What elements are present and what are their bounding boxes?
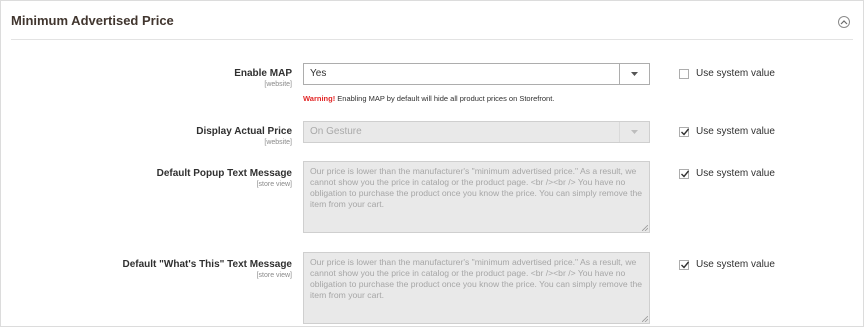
enable-map-use-system-checkbox[interactable] bbox=[679, 68, 689, 79]
use-system-value-label: Use system value bbox=[696, 68, 775, 79]
checkmark-icon bbox=[681, 170, 690, 178]
default-popup-text-textarea[interactable]: Our price is lower than the manufacturer… bbox=[303, 161, 650, 233]
default-whats-this-text-label: Default "What's This" Text Message bbox=[122, 259, 293, 270]
default-popup-text-scope: [store view] bbox=[256, 181, 292, 188]
section-divider bbox=[11, 39, 853, 40]
section-title[interactable]: Minimum Advertised Price bbox=[11, 13, 174, 28]
default-popup-text-label: Default Popup Text Message bbox=[156, 168, 292, 179]
default-popup-text-value: Our price is lower than the manufacturer… bbox=[310, 166, 643, 209]
enable-map-label: Enable MAP bbox=[234, 68, 292, 79]
display-actual-price-select-value: On Gesture bbox=[310, 126, 362, 137]
default-whats-this-text-scope: [store view] bbox=[256, 272, 292, 279]
display-actual-price-label: Display Actual Price bbox=[196, 126, 292, 137]
chevron-up-circle-icon[interactable] bbox=[838, 16, 850, 28]
default-popup-text-use-system-value[interactable]: Use system value bbox=[679, 168, 775, 179]
map-config-panel: Minimum Advertised Price Enable MAP [web… bbox=[0, 0, 864, 327]
resize-grip-icon[interactable] bbox=[642, 225, 648, 231]
display-actual-price-use-system-checkbox[interactable] bbox=[679, 126, 690, 137]
enable-map-select[interactable]: Yes bbox=[303, 63, 650, 85]
triangle-down-icon[interactable] bbox=[619, 122, 649, 142]
triangle-down-icon[interactable] bbox=[619, 64, 649, 84]
checkmark-icon bbox=[681, 128, 690, 136]
use-system-value-label: Use system value bbox=[696, 126, 775, 137]
display-actual-price-scope: [website] bbox=[264, 139, 292, 146]
default-popup-text-use-system-checkbox[interactable] bbox=[679, 168, 690, 179]
display-actual-price-use-system-value[interactable]: Use system value bbox=[679, 126, 775, 137]
display-actual-price-select[interactable]: On Gesture bbox=[303, 121, 650, 143]
enable-map-scope: [website] bbox=[264, 81, 292, 88]
default-whats-this-text-use-system-value[interactable]: Use system value bbox=[679, 259, 775, 270]
warning-strong-text: Warning! bbox=[303, 94, 336, 103]
resize-grip-icon[interactable] bbox=[642, 316, 648, 322]
default-whats-this-text-value: Our price is lower than the manufacturer… bbox=[310, 257, 643, 300]
enable-map-warning: Warning! Enabling MAP by default will hi… bbox=[303, 94, 554, 103]
default-whats-this-text-use-system-checkbox[interactable] bbox=[679, 259, 690, 270]
enable-map-use-system-value[interactable]: Use system value bbox=[679, 68, 775, 79]
use-system-value-label: Use system value bbox=[696, 259, 775, 270]
warning-text: Enabling MAP by default will hide all pr… bbox=[335, 94, 555, 103]
use-system-value-label: Use system value bbox=[696, 168, 775, 179]
default-whats-this-text-textarea[interactable]: Our price is lower than the manufacturer… bbox=[303, 252, 650, 324]
checkmark-icon bbox=[681, 261, 690, 269]
enable-map-select-value: Yes bbox=[310, 68, 327, 79]
